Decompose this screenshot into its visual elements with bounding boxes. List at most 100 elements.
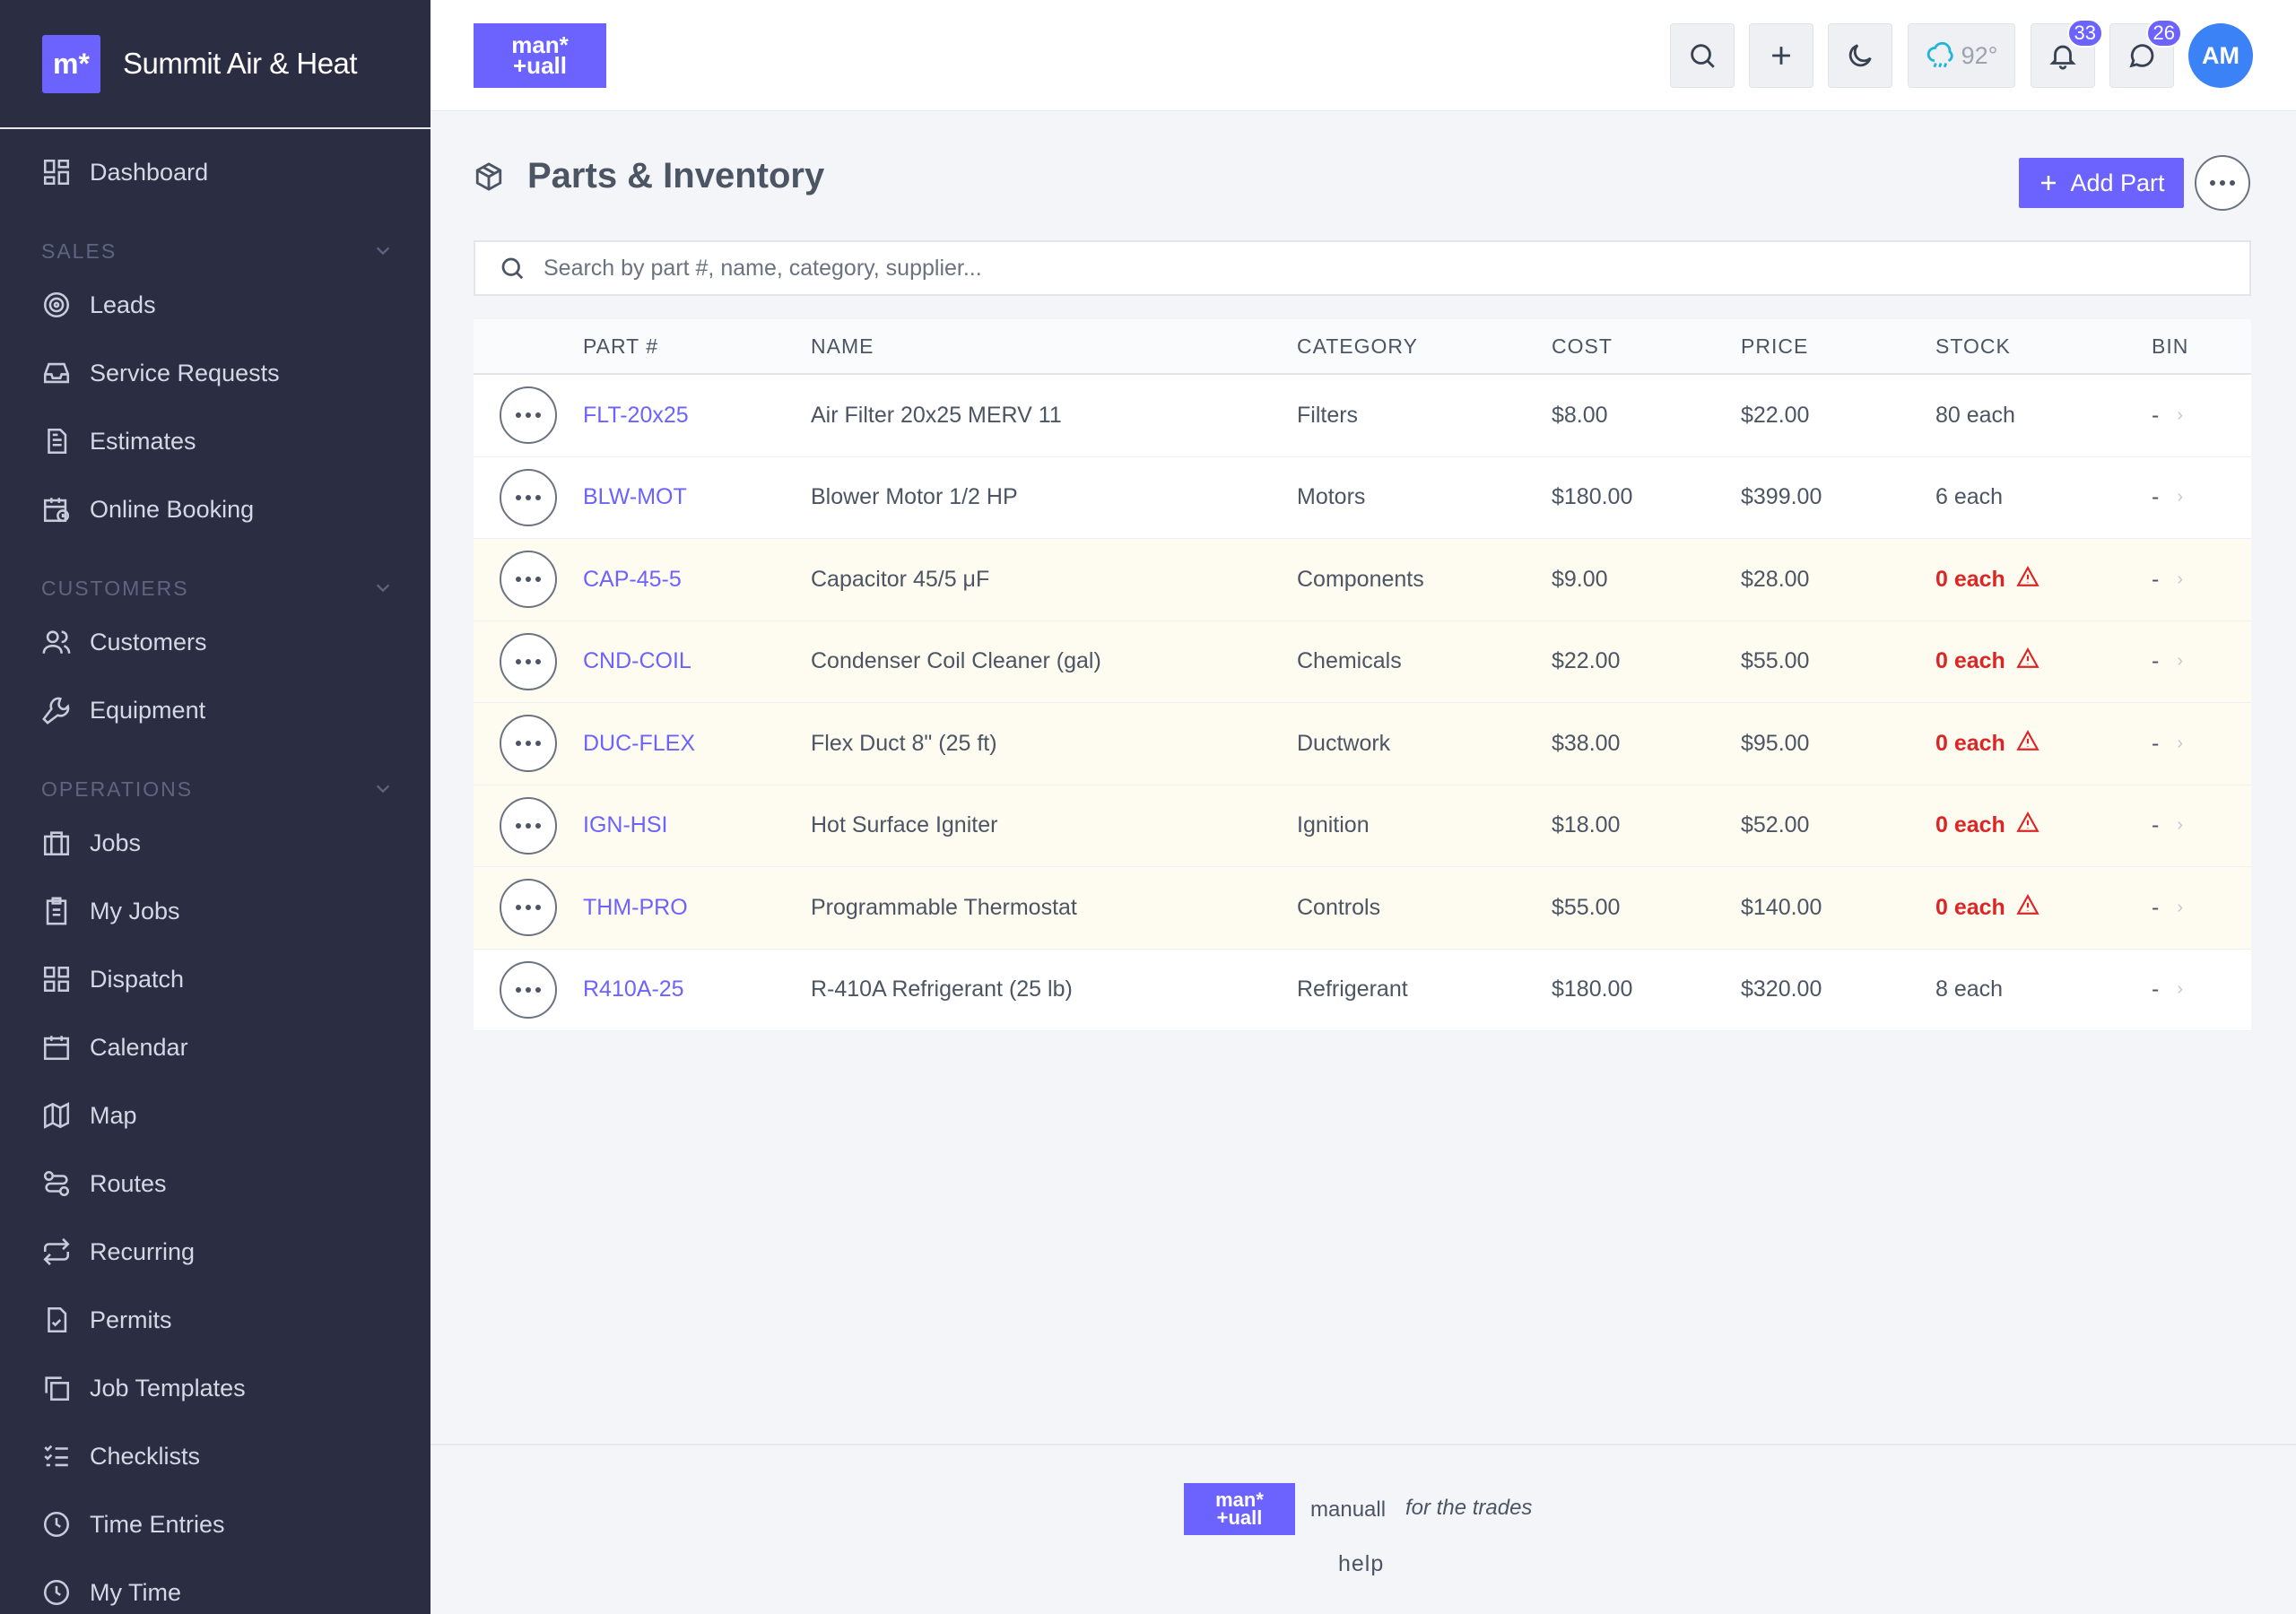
page-header: Parts & Inventory Add Part [474, 151, 2251, 215]
sidebar-section-customers[interactable]: CUSTOMERS [0, 543, 430, 608]
sidebar-section-operations[interactable]: OPERATIONS [0, 744, 430, 809]
row-actions-button[interactable] [500, 632, 557, 690]
part-bin-cell: - › [2152, 812, 2241, 838]
chevron-right-icon[interactable]: › [2177, 569, 2183, 590]
dark-mode-toggle[interactable] [1828, 23, 1892, 88]
part-stock: 0 each [1935, 566, 2005, 592]
header-bin[interactable]: BIN [2152, 334, 2241, 359]
part-number-link[interactable]: FLT-20x25 [583, 403, 811, 429]
sidebar-item-my-time[interactable]: My Time [0, 1558, 430, 1614]
table-row[interactable]: IGN-HSI Hot Surface Igniter Ignition $18.00… [474, 785, 2251, 867]
row-actions-button[interactable] [500, 879, 557, 937]
part-stock-cell: 8 each [1935, 976, 2152, 1002]
table-row[interactable]: FLT-20x25 Air Filter 20x25 MERV 11 Filters… [474, 375, 2251, 457]
sidebar-item-leads[interactable]: Leads [0, 271, 430, 339]
part-price: $95.00 [1741, 730, 1810, 756]
part-name: R-410A Refrigerant (25 lb) [811, 976, 1073, 1002]
page-more-button[interactable] [2195, 155, 2250, 211]
search-button[interactable] [1670, 23, 1735, 88]
part-number-link[interactable]: R410A-25 [583, 976, 811, 1002]
footer-logo[interactable]: man* +uall [1184, 1483, 1295, 1535]
header-stock[interactable]: STOCK [1935, 334, 2152, 359]
sidebar-item-jobs[interactable]: Jobs [0, 809, 430, 877]
chevron-down-icon [376, 584, 390, 593]
part-category: Filters [1297, 402, 1359, 428]
part-number-link[interactable]: BLW-MOT [583, 484, 811, 510]
sidebar-item-checklists[interactable]: Checklists [0, 1422, 430, 1490]
header-category[interactable]: CATEGORY [1297, 334, 1552, 359]
row-actions-cell [474, 468, 583, 526]
part-cost: $38.00 [1552, 730, 1621, 756]
sidebar-item-online-booking[interactable]: Online Booking [0, 475, 430, 543]
part-price: $52.00 [1741, 812, 1810, 838]
chevron-right-icon[interactable]: › [2177, 487, 2183, 508]
add-part-button[interactable]: Add Part [2019, 158, 2184, 208]
row-actions-button[interactable] [500, 796, 557, 855]
sidebar-item-my-jobs[interactable]: My Jobs [0, 877, 430, 945]
table-row[interactable]: R410A-25 R-410A Refrigerant (25 lb) Refrig… [474, 949, 2251, 1031]
map-icon [43, 1102, 70, 1129]
header-part-number[interactable]: PART # [583, 334, 811, 359]
row-actions-cell [474, 715, 583, 773]
notifications-button[interactable]: 33 [2031, 19, 2103, 88]
part-number-link[interactable]: CAP-45-5 [583, 567, 811, 593]
header-name[interactable]: NAME [811, 334, 1297, 359]
search-input[interactable] [544, 255, 2158, 282]
table-row[interactable]: THM-PRO Programmable Thermostat Controls $5… [474, 867, 2251, 950]
header-price[interactable]: PRICE [1741, 334, 1935, 359]
part-number-link[interactable]: CND-COIL [583, 648, 811, 674]
brand-header[interactable]: m* Summit Air & Heat [0, 0, 430, 129]
chevron-right-icon[interactable]: › [2177, 651, 2183, 672]
user-avatar[interactable]: AM [2188, 23, 2253, 88]
weather-widget[interactable]: 92° [1908, 23, 2015, 88]
table-row[interactable]: CND-COIL Condenser Coil Cleaner (gal) Chem… [474, 620, 2251, 703]
chevron-right-icon[interactable]: › [2177, 815, 2183, 836]
sidebar-item-time-entries[interactable]: Time Entries [0, 1490, 430, 1558]
sidebar-item-routes[interactable]: Routes [0, 1150, 430, 1218]
app-logo[interactable]: man* +uall [474, 23, 606, 88]
row-actions-button[interactable] [500, 715, 557, 773]
part-stock: 80 each [1935, 402, 2015, 428]
row-actions-button[interactable] [500, 468, 557, 526]
chevron-down-icon [376, 785, 390, 794]
sidebar-item-job-templates[interactable]: Job Templates [0, 1354, 430, 1422]
help-link[interactable]: help [1338, 1551, 1384, 1577]
part-cost: $8.00 [1552, 402, 1608, 428]
sidebar-item-equipment[interactable]: Equipment [0, 676, 430, 744]
sidebar-item-calendar[interactable]: Calendar [0, 1013, 430, 1081]
table-row[interactable]: BLW-MOT Blower Motor 1/2 HP Motors $180.00 $… [474, 456, 2251, 539]
warning-icon [2016, 729, 2039, 759]
row-actions-button[interactable] [500, 386, 557, 445]
sidebar-item-customers[interactable]: Customers [0, 608, 430, 676]
sidebar-item-recurring[interactable]: Recurring [0, 1218, 430, 1286]
header-cost[interactable]: COST [1552, 334, 1741, 359]
row-actions-cell [474, 632, 583, 690]
sidebar-item-estimates[interactable]: Estimates [0, 407, 430, 475]
warning-icon [2016, 811, 2039, 840]
sidebar-item-label: Jobs [90, 829, 142, 856]
ellipsis-icon [516, 412, 541, 419]
sidebar-item-service-requests[interactable]: Service Requests [0, 339, 430, 407]
sidebar-item-dispatch[interactable]: Dispatch [0, 945, 430, 1013]
chevron-right-icon[interactable]: › [2177, 405, 2183, 426]
dashboard-icon [43, 159, 70, 186]
search-icon [1691, 44, 1715, 68]
chevron-right-icon[interactable]: › [2177, 898, 2183, 918]
sidebar-item-permits[interactable]: Permits [0, 1286, 430, 1354]
table-row[interactable]: DUC-FLEX Flex Duct 8" (25 ft) Ductwork $38.… [474, 703, 2251, 785]
part-bin-cell: - › [2152, 648, 2241, 674]
sidebar-item-dashboard[interactable]: Dashboard [0, 138, 430, 206]
part-number-link[interactable]: THM-PRO [583, 895, 811, 921]
chevron-right-icon[interactable]: › [2177, 979, 2183, 1000]
sidebar-item-label: Estimates [90, 427, 196, 455]
create-button[interactable] [1749, 23, 1813, 88]
table-row[interactable]: CAP-45-5 Capacitor 45/5 μF Components $9.00… [474, 539, 2251, 621]
part-number-link[interactable]: IGN-HSI [583, 812, 811, 838]
row-actions-button[interactable] [500, 960, 557, 1019]
sidebar-item-map[interactable]: Map [0, 1081, 430, 1150]
sidebar-section-sales[interactable]: SALES [0, 206, 430, 271]
row-actions-button[interactable] [500, 551, 557, 609]
chevron-right-icon[interactable]: › [2177, 733, 2183, 754]
messages-button[interactable]: 26 [2109, 19, 2182, 88]
part-number-link[interactable]: DUC-FLEX [583, 731, 811, 757]
